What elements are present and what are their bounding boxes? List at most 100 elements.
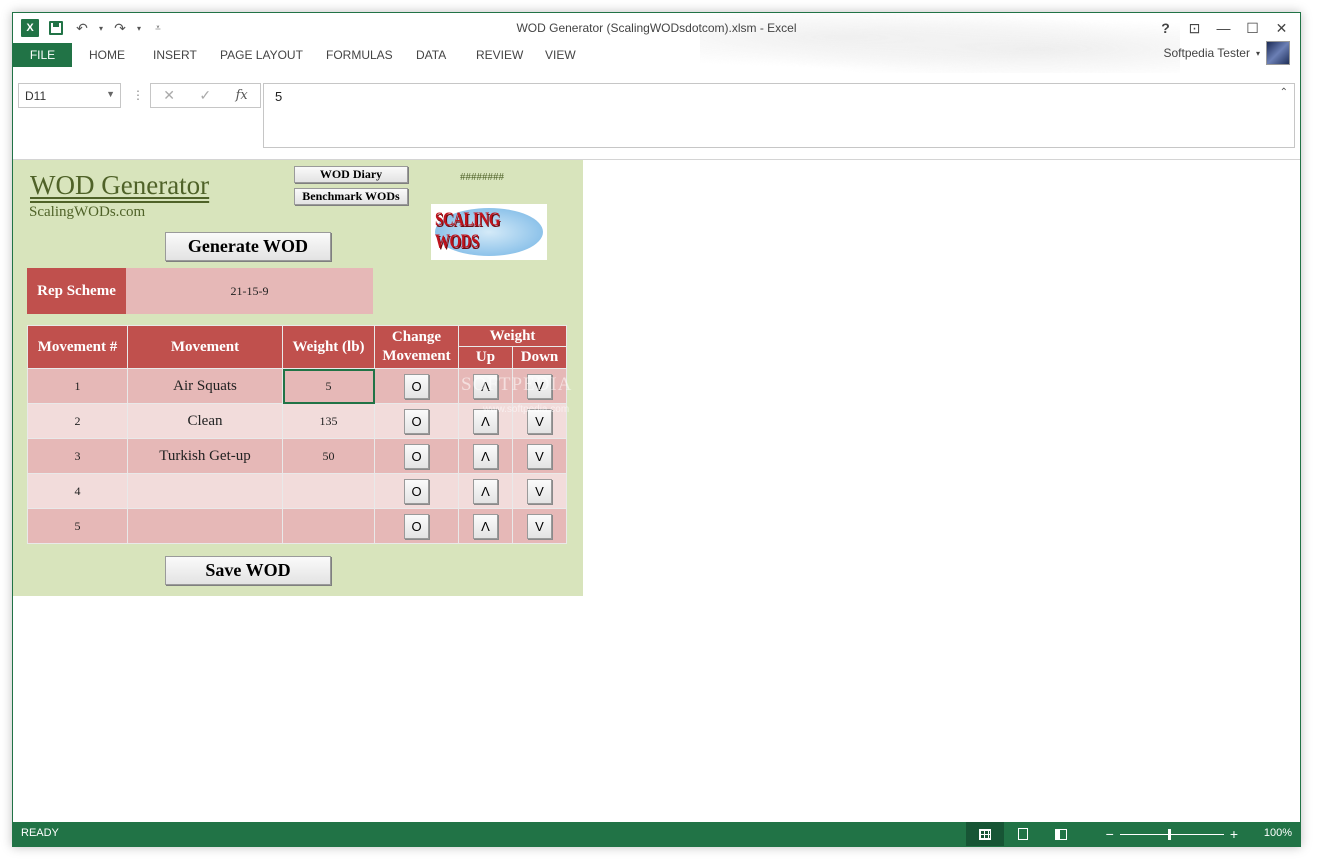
zoom-slider-thumb[interactable]	[1167, 828, 1171, 840]
weight-up-cell: Λ	[458, 508, 513, 544]
page-break-view-button[interactable]	[1042, 822, 1080, 846]
weight-down-cell: V	[512, 508, 567, 544]
name-box[interactable]: D11 ▼	[18, 83, 121, 108]
name-box-value: D11	[25, 89, 47, 103]
enter-check-icon[interactable]: ✓	[199, 87, 211, 104]
formula-input[interactable]: 5 ⌃	[263, 83, 1295, 148]
change-movement-button[interactable]: O	[404, 373, 429, 399]
change-movement-cell: O	[374, 368, 459, 404]
tab-data[interactable]: DATA	[416, 43, 446, 67]
wod-subtitle: ScalingWODs.com	[29, 204, 146, 220]
movement-cell[interactable]: Air Squats	[127, 368, 283, 404]
change-movement-button[interactable]: O	[404, 408, 429, 434]
formula-bar-grip-icon[interactable]: ⋮	[132, 88, 144, 102]
change-movement-button[interactable]: O	[404, 478, 429, 504]
title-bar: X ↶ ▾ ↷ ▾ ⩡ WOD Generator (ScalingWODsdo…	[13, 13, 1300, 73]
movement-number-cell[interactable]: 2	[27, 403, 128, 439]
weight-down-button[interactable]: V	[527, 443, 552, 469]
view-switcher	[966, 822, 1080, 846]
weight-up-button[interactable]: Λ	[473, 513, 498, 539]
rep-scheme-value[interactable]: 21-15-9	[126, 268, 373, 314]
header-change-line1: Change	[391, 329, 442, 345]
insert-function-button[interactable]: fx	[236, 88, 248, 103]
weight-cell[interactable]: 135	[282, 403, 375, 439]
zoom-level[interactable]: 100%	[1264, 827, 1292, 839]
collapse-formula-bar-icon[interactable]: ⌃	[1280, 87, 1288, 98]
zoom-slider[interactable]	[1119, 828, 1224, 840]
movement-number-cell[interactable]: 3	[27, 438, 128, 474]
status-bar: READY − + 100%	[13, 822, 1300, 846]
zoom-out-icon[interactable]: −	[1106, 826, 1114, 842]
table-row: 4 O Λ V	[27, 473, 567, 509]
page-break-icon	[1055, 828, 1067, 840]
maximize-button[interactable]: ☐	[1238, 17, 1267, 39]
wod-table: Movement # Movement Weight (lb) Change M…	[27, 325, 567, 544]
formula-bar: D11 ▼ ⋮ ✕ ✓ fx 5 ⌃	[13, 83, 1300, 153]
tab-file[interactable]: FILE	[13, 43, 72, 67]
tab-home[interactable]: HOME	[89, 43, 125, 67]
help-button[interactable]: ?	[1151, 17, 1180, 39]
status-text: READY	[21, 827, 59, 839]
table-row: 3 Turkish Get-up 50 O Λ V	[27, 438, 567, 474]
change-movement-button[interactable]: O	[404, 513, 429, 539]
change-movement-cell: O	[374, 473, 459, 509]
scaling-wods-logo: SCALING WODS	[431, 204, 547, 260]
user-name: Softpedia Tester	[1163, 46, 1250, 60]
weight-down-button[interactable]: V	[527, 478, 552, 504]
weight-up-button[interactable]: Λ	[473, 443, 498, 469]
window-controls: ? ⊡ — ☐ ✕	[1151, 17, 1296, 39]
tab-formulas[interactable]: FORMULAS	[326, 43, 393, 67]
worksheet[interactable]: WOD Generator ScalingWODs.com WOD Diary …	[13, 159, 1300, 823]
weight-down-cell: V	[512, 438, 567, 474]
weight-cell[interactable]	[282, 508, 375, 544]
change-movement-cell: O	[374, 508, 459, 544]
weight-cell-selected[interactable]: 5	[282, 368, 375, 404]
normal-view-button[interactable]	[966, 822, 1004, 846]
movement-number-cell[interactable]: 1	[27, 368, 128, 404]
rep-scheme-label: Rep Scheme	[27, 268, 126, 314]
tab-review[interactable]: REVIEW	[476, 43, 523, 67]
weight-up-cell: Λ	[458, 438, 513, 474]
zoom-in-icon[interactable]: +	[1230, 826, 1238, 842]
weight-cell[interactable]: 50	[282, 438, 375, 474]
generate-wod-button[interactable]: Generate WOD	[165, 232, 331, 261]
tab-page-layout[interactable]: PAGE LAYOUT	[220, 43, 303, 67]
normal-view-icon	[979, 828, 991, 840]
weight-cell[interactable]	[282, 473, 375, 509]
ribbon-tabs: FILE HOME INSERT PAGE LAYOUT FORMULAS DA…	[13, 41, 1300, 67]
tab-view[interactable]: VIEW	[545, 43, 576, 67]
page-layout-icon	[1018, 828, 1028, 840]
header-movement: Movement	[127, 325, 283, 369]
movement-number-cell[interactable]: 5	[27, 508, 128, 544]
chevron-down-icon: ▾	[1255, 48, 1260, 58]
window-title: WOD Generator (ScalingWODsdotcom).xlsm -…	[516, 21, 797, 35]
change-movement-cell: O	[374, 438, 459, 474]
header-change-movement: Change Movement	[374, 325, 459, 369]
close-button[interactable]: ✕	[1267, 17, 1296, 39]
save-wod-button[interactable]: Save WOD	[165, 556, 331, 585]
table-row: 5 O Λ V	[27, 508, 567, 544]
avatar[interactable]	[1266, 41, 1290, 65]
formula-buttons: ✕ ✓ fx	[150, 83, 261, 108]
weight-up-button[interactable]: Λ	[473, 478, 498, 504]
movement-cell[interactable]: Clean	[127, 403, 283, 439]
change-movement-button[interactable]: O	[404, 443, 429, 469]
wod-title: WOD Generator	[30, 170, 210, 200]
ribbon-display-options-button[interactable]: ⊡	[1180, 17, 1209, 39]
chevron-down-icon[interactable]: ▼	[106, 89, 115, 99]
page-layout-view-button[interactable]	[1004, 822, 1042, 846]
header-change-line2: Movement	[382, 348, 451, 364]
minimize-button[interactable]: —	[1209, 17, 1238, 39]
tab-insert[interactable]: INSERT	[153, 43, 197, 67]
weight-down-cell: V	[512, 473, 567, 509]
weight-down-button[interactable]: V	[527, 513, 552, 539]
movement-cell[interactable]	[127, 473, 283, 509]
benchmark-wods-button[interactable]: Benchmark WODs	[294, 188, 408, 205]
movement-cell[interactable]: Turkish Get-up	[127, 438, 283, 474]
account-menu[interactable]: Softpedia Tester ▾	[1163, 41, 1290, 65]
date-cell-overflow[interactable]: ########	[460, 171, 504, 183]
movement-cell[interactable]	[127, 508, 283, 544]
movement-number-cell[interactable]: 4	[27, 473, 128, 509]
cancel-icon[interactable]: ✕	[163, 87, 175, 104]
wod-diary-button[interactable]: WOD Diary	[294, 166, 408, 183]
